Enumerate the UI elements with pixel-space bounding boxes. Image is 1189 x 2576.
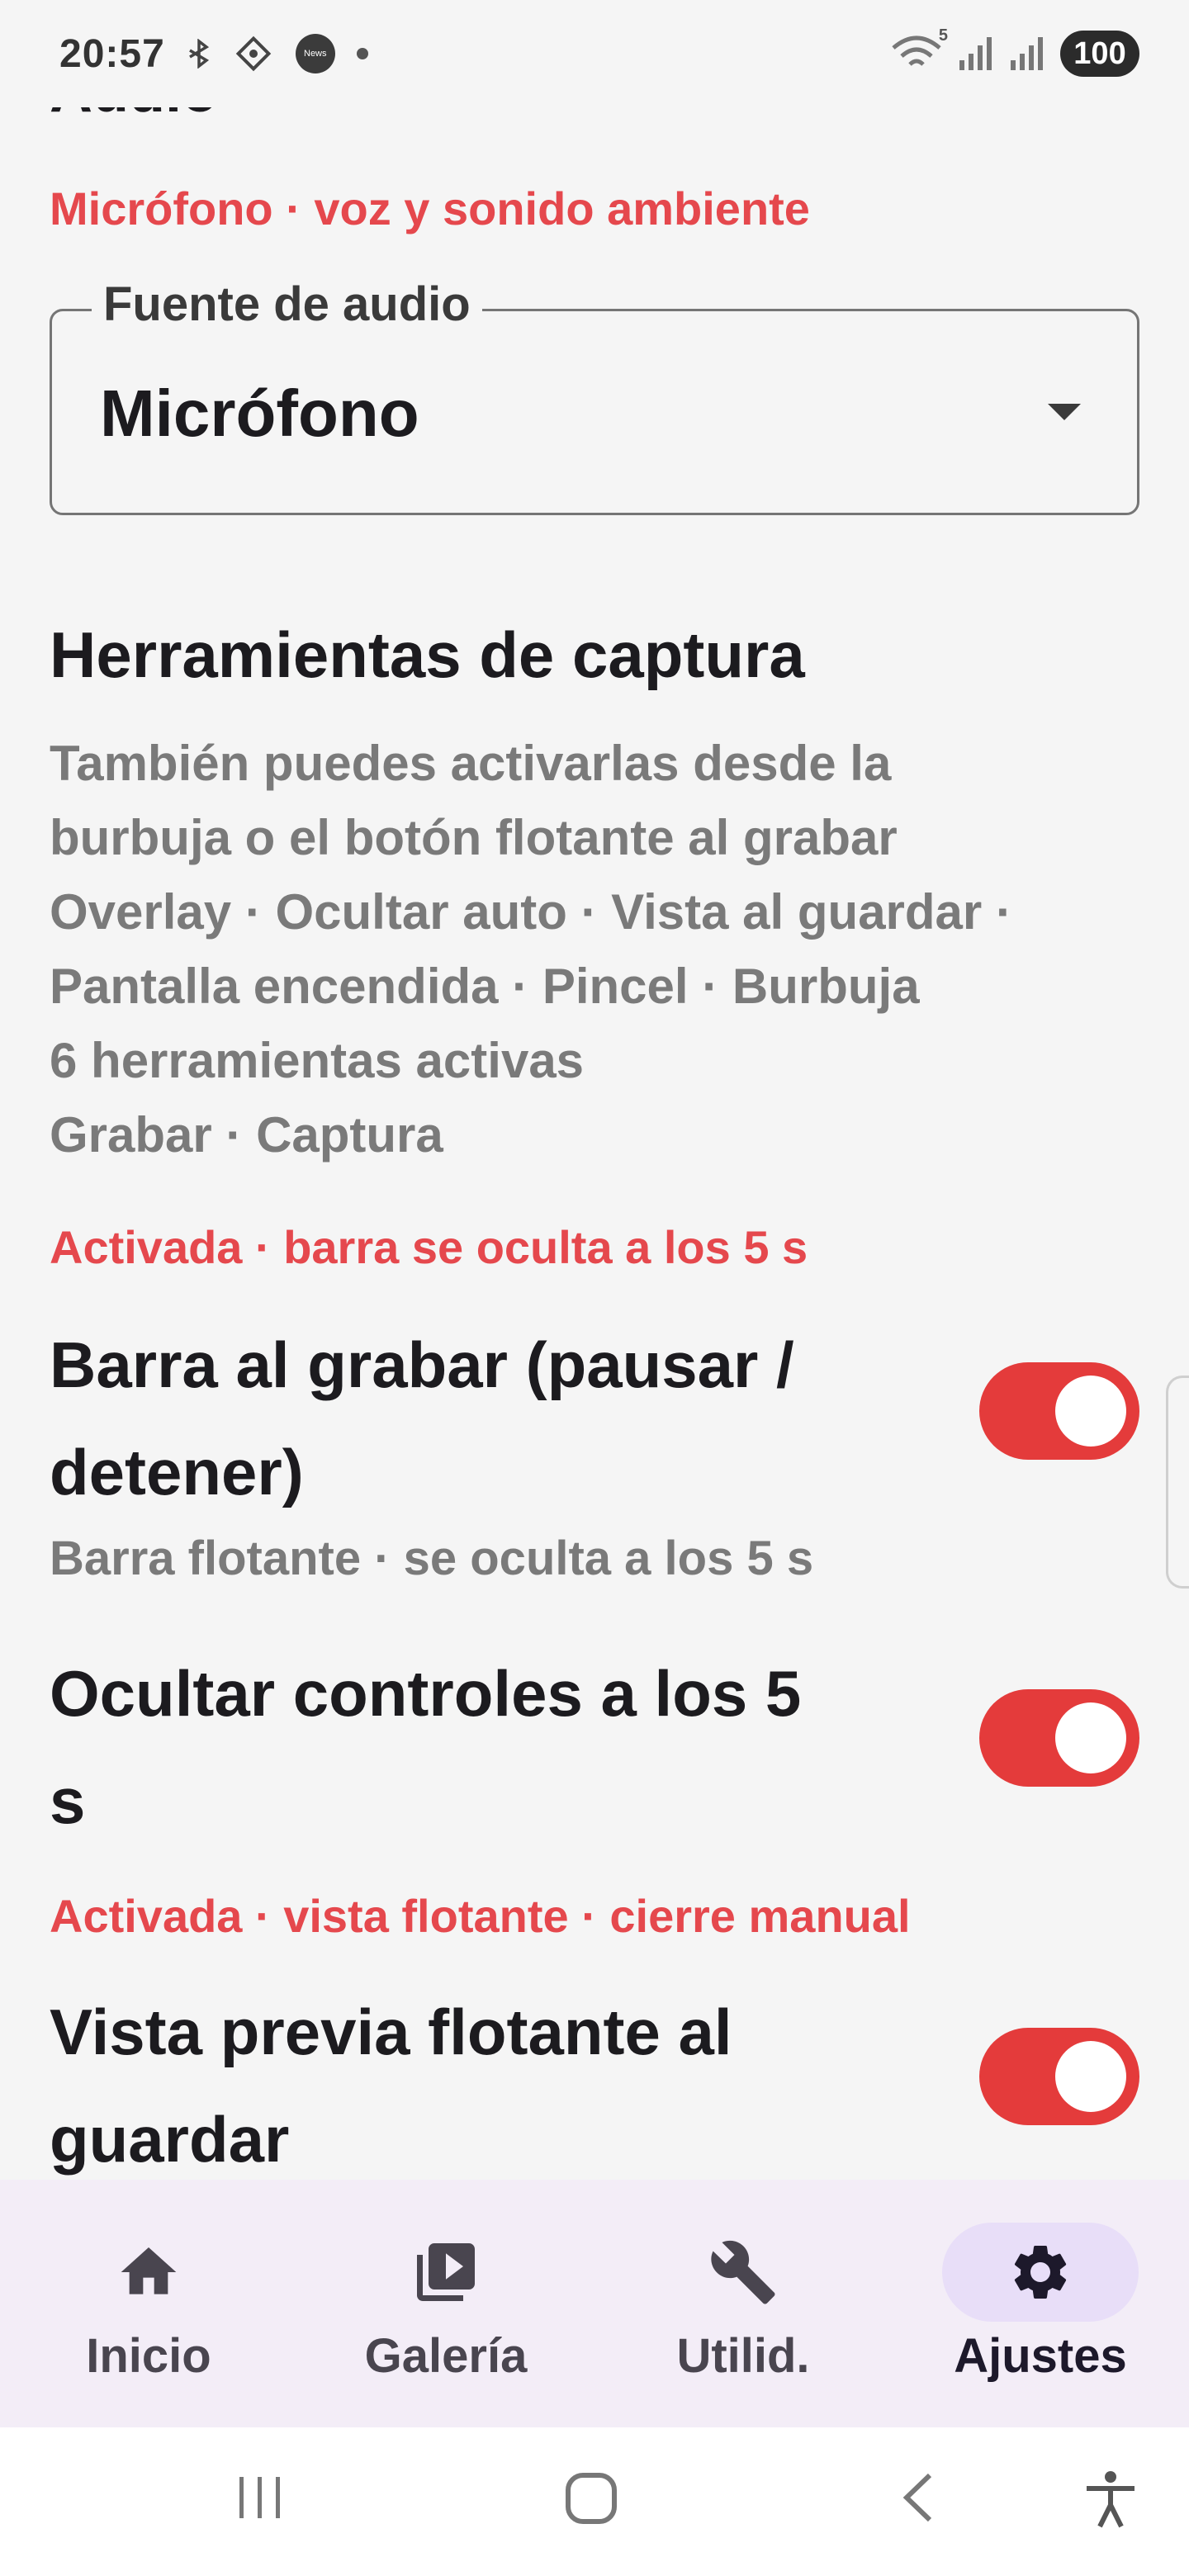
nav-icon-container [645,2223,841,2322]
title-line: guardar [50,2103,290,2176]
wrench-icon [711,2240,775,2304]
title-line: detener) [50,1436,304,1508]
tools-desc-line: Pantalla encendida · Pincel · Burbuja [50,959,920,1014]
recording-bar-subtitle: Barra flotante · se oculta a los 5 s [50,1532,814,1585]
home-icon [121,2247,177,2294]
notification-dot-icon [356,48,368,59]
toggle-knob [1055,1702,1126,1773]
nav-icon-container [942,2223,1139,2322]
nav-item-ajustes[interactable]: Ajustes [917,2223,1164,2384]
audio-source-dropdown[interactable]: Fuente de audio Micrófono [50,277,1139,515]
signal-icon [958,36,994,72]
tools-desc-line: Grabar · Captura [50,1107,443,1163]
capture-tools-title: Herramientas de captura [50,618,805,691]
capture-tools-description: También puedes activarlas desde la burbu… [50,727,1148,1172]
bluetooth-icon [187,39,211,69]
edge-panel-handle[interactable] [1166,1376,1189,1589]
audio-source-value: Micrófono [100,376,419,450]
setting-row-hide-controls[interactable]: Ocultar controles a los 5 s [50,1640,1139,1854]
home-button-icon[interactable] [561,2469,621,2528]
settings-content[interactable]: Audio Micrófono · voz y sonido ambiente … [0,0,1189,2180]
nav-item-inicio[interactable]: Inicio [25,2223,272,2384]
video-library-icon [417,2243,475,2301]
gear-icon [1014,2246,1067,2299]
accessibility-icon[interactable] [1082,2469,1139,2530]
title-line: Ocultar controles a los 5 [50,1657,802,1730]
nav-icon-container [50,2223,247,2322]
status-bar: 20:57 News 5 100 [0,0,1189,107]
news-app-icon: News [295,34,335,73]
title-line: Barra al grabar (pausar / [50,1328,794,1401]
hide-controls-title: Ocultar controles a los 5 s [50,1640,908,1854]
title-line: Vista previa flotante al [50,1996,732,2068]
audio-source-label: Fuente de audio [92,277,482,332]
dropdown-caret-icon [1048,404,1081,420]
nav-label: Galería [364,2329,528,2383]
signal-icon-2 [1009,36,1045,72]
tools-desc-line: burbuja o el botón flotante al grabar [50,810,898,865]
floating-preview-toggle[interactable] [979,2028,1139,2125]
recording-bar-toggle[interactable] [979,1362,1139,1460]
recent-apps-icon[interactable] [231,2469,289,2526]
floating-preview-title: Vista previa flotante al guardar [50,1978,908,2180]
battery-indicator: 100 [1060,31,1139,77]
toggle-knob [1055,1376,1126,1447]
recording-bar-title: Barra al grabar (pausar / detener) [50,1311,908,1526]
tools-desc-line: 6 herramientas activas [50,1033,585,1088]
tools-desc-line: También puedes activarlas desde la [50,736,892,791]
setting-row-floating-preview[interactable]: Vista previa flotante al guardar [50,1978,1139,2180]
bottom-navigation: Inicio Galería Utilid. Ajustes [0,2180,1189,2427]
nav-label: Inicio [86,2329,211,2383]
nav-item-utilidades[interactable]: Utilid. [619,2223,867,2384]
nav-label: Utilid. [676,2329,810,2383]
hide-controls-toggle[interactable] [979,1689,1139,1787]
screen: Audio Micrófono · voz y sonido ambiente … [0,0,1189,2576]
status-time: 20:57 [59,31,165,76]
toggle-knob [1055,2041,1126,2112]
title-line: s [50,1764,86,1837]
nav-icon-container [348,2223,544,2322]
setting-row-recording-bar[interactable]: Barra al grabar (pausar / detener) Barra… [50,1311,1139,1586]
system-navigation-bar [0,2427,1189,2576]
recording-bar-status: Activada · barra se oculta a los 5 s [50,1221,808,1273]
network-type-label: 5 [938,26,948,45]
nav-item-galeria[interactable]: Galería [322,2223,570,2384]
nav-label: Ajustes [954,2329,1127,2383]
wifi-icon: 5 [890,26,948,74]
back-icon[interactable] [892,2469,950,2526]
floating-preview-status: Activada · vista flotante · cierre manua… [50,1890,911,1942]
tools-desc-line: Overlay · Ocultar auto · Vista al guarda… [50,884,1012,940]
nfc-diamond-icon [233,33,274,74]
audio-subtitle: Micrófono · voz y sonido ambiente [50,182,810,234]
